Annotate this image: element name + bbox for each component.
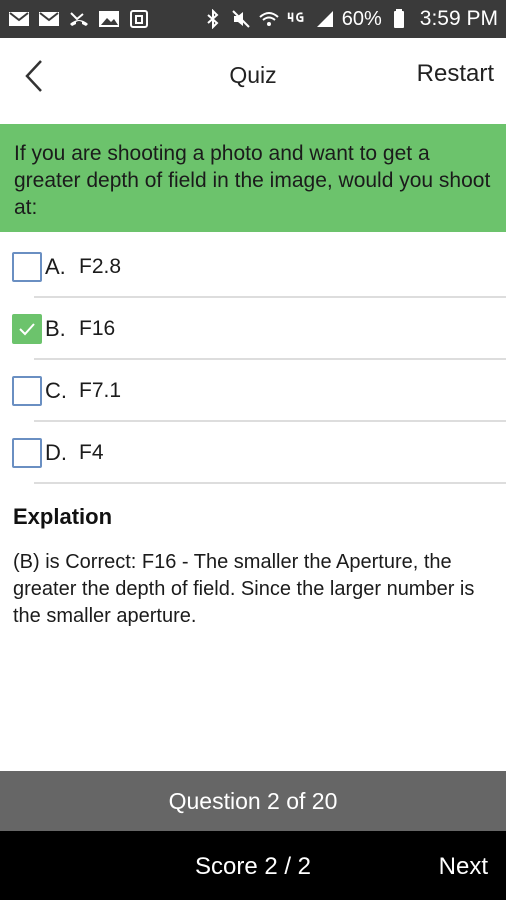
option-checkbox[interactable] [12, 438, 42, 468]
checkmark-icon [19, 323, 35, 336]
signal-icon [314, 9, 336, 29]
status-bar: 60% 3:59 PM [0, 0, 506, 38]
option-text: F4 [79, 441, 104, 464]
system-icons: 60% 3:59 PM [202, 7, 498, 31]
4g-icon [286, 9, 308, 29]
quiz-screen: 60% 3:59 PM Quiz Restart If you are shoo… [0, 0, 506, 900]
option-d[interactable]: D. F4 [0, 422, 506, 484]
footer-bar: Score 2 / 2 Next [0, 831, 506, 900]
next-button[interactable]: Next [439, 853, 488, 881]
answer-options: A. F2.8 B. F16 C. F7.1 D. F4 [0, 236, 506, 484]
question-progress: Question 2 of 20 [0, 771, 506, 831]
mute-icon [230, 9, 252, 29]
battery-icon [388, 9, 410, 29]
option-c[interactable]: C. F7.1 [0, 360, 506, 422]
divider [34, 482, 506, 484]
option-b[interactable]: B. F16 [0, 298, 506, 360]
explanation-text: (B) is Correct: F16 - The smaller the Ap… [13, 551, 475, 627]
option-checkbox[interactable] [12, 314, 42, 344]
option-text: F7.1 [79, 379, 122, 402]
missed-call-icon [68, 9, 90, 29]
restart-button[interactable]: Restart [417, 60, 494, 88]
option-letter: C. [45, 378, 67, 403]
app-header: Quiz Restart [0, 38, 506, 116]
calendar-icon [128, 9, 150, 29]
notification-icons [8, 9, 150, 29]
option-text: F16 [79, 317, 116, 340]
option-letter: B. [45, 316, 66, 341]
score-label: Score 2 / 2 [194, 853, 312, 880]
question-text: If you are shooting a photo and want to … [0, 124, 506, 232]
option-checkbox[interactable] [12, 252, 42, 282]
email-icon [8, 9, 30, 29]
bluetooth-icon [202, 9, 224, 29]
image-icon [98, 9, 120, 29]
progress-label: Question 2 of 20 [168, 787, 338, 814]
battery-percent: 60% [341, 7, 382, 30]
option-letter: A. [45, 254, 66, 279]
option-checkbox[interactable] [12, 376, 42, 406]
explanation-title: Explation [13, 504, 113, 529]
clock: 3:59 PM [419, 7, 498, 30]
wifi-icon [258, 9, 280, 29]
option-letter: D. [45, 440, 67, 465]
option-text: F2.8 [79, 255, 122, 278]
email-icon [38, 9, 60, 29]
option-a[interactable]: A. F2.8 [0, 236, 506, 298]
